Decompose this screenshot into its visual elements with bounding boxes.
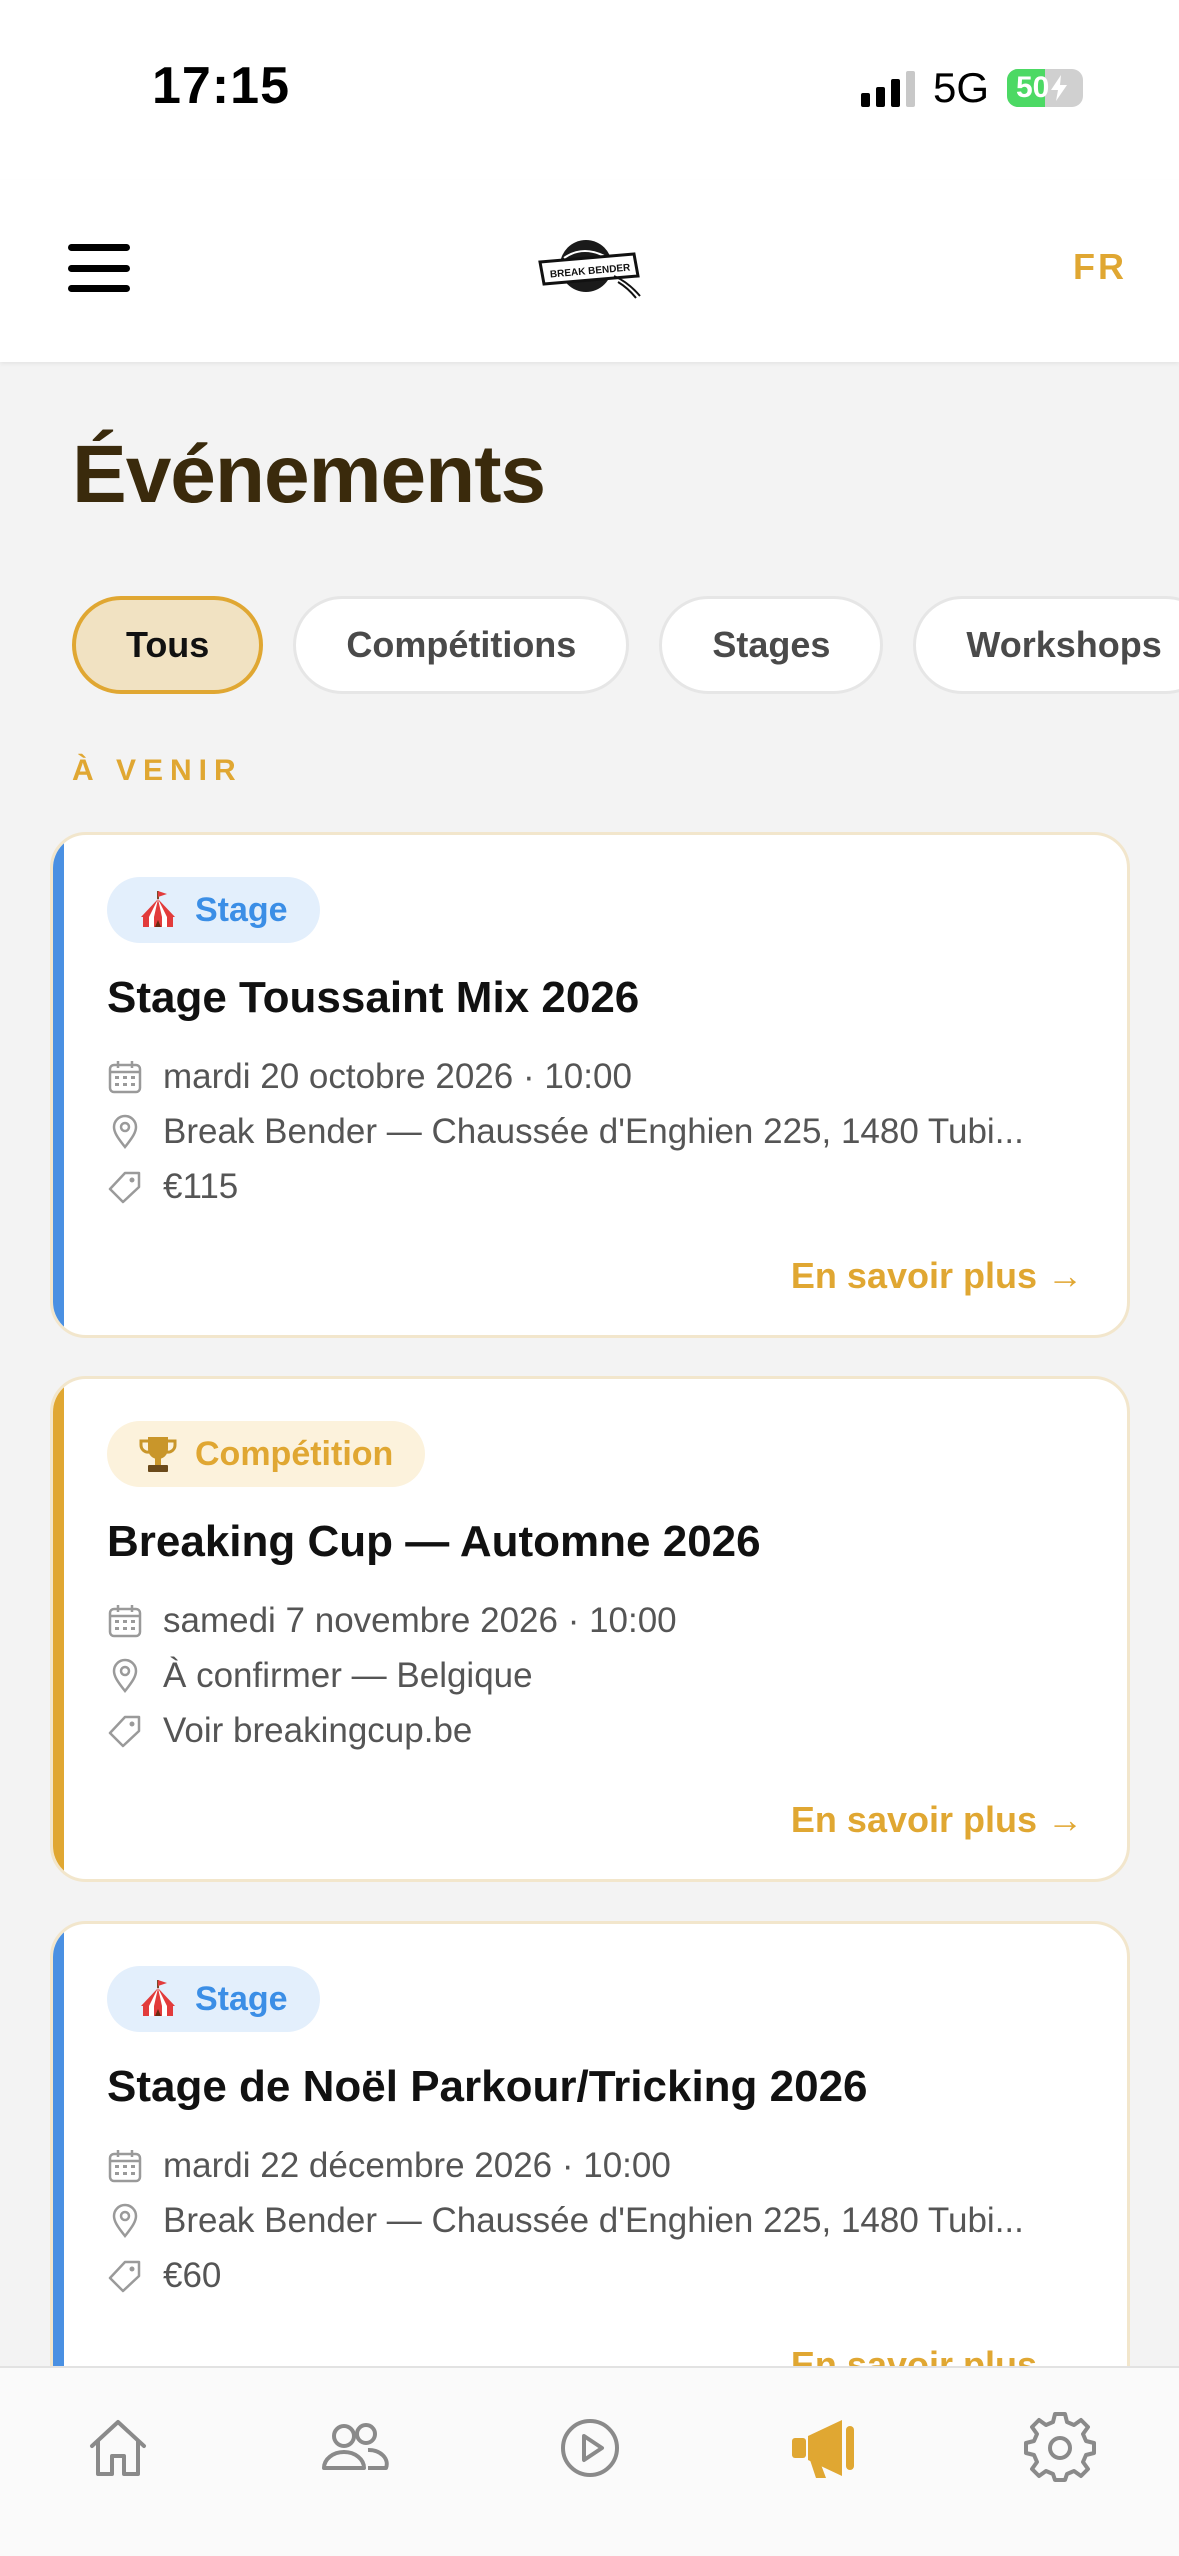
event-date-text: mardi 22 décembre 2026 · 10:00	[163, 2146, 671, 2185]
event-location-text: À confirmer — Belgique	[163, 1656, 533, 1695]
language-selector[interactable]: FR	[1073, 246, 1127, 288]
event-date: mardi 22 décembre 2026 · 10:00	[107, 2146, 1079, 2186]
event-type-label: Stage	[195, 890, 288, 929]
event-date: mardi 20 octobre 2026 · 10:00	[107, 1057, 1079, 1097]
location-pin-icon	[112, 1114, 138, 1150]
nav-videos[interactable]	[550, 2408, 630, 2488]
battery-icon: 50	[1007, 69, 1083, 107]
event-price: €60	[107, 2256, 1079, 2296]
nav-home[interactable]	[78, 2408, 158, 2488]
battery-level: 50	[1016, 71, 1050, 104]
event-date: samedi 7 novembre 2026 · 10:00	[107, 1601, 1079, 1641]
hamburger-menu-button[interactable]	[68, 244, 130, 292]
bottom-navigation	[0, 2366, 1179, 2556]
app-header: BREAK BENDER FR	[0, 180, 1179, 362]
circus-tent-icon	[141, 891, 175, 927]
gear-icon	[1024, 2412, 1096, 2482]
nav-members[interactable]	[314, 2408, 394, 2488]
event-type-badge: Stage	[107, 1966, 320, 2032]
learn-more-link[interactable]: En savoir plus →	[791, 1255, 1083, 1297]
users-icon	[322, 2423, 389, 2470]
filter-chip-all[interactable]: Tous	[72, 596, 264, 694]
calendar-icon	[108, 1061, 142, 1094]
play-icon	[561, 2419, 619, 2477]
section-label-upcoming: À VENIR	[72, 754, 243, 787]
event-type-badge: Compétition	[107, 1421, 426, 1487]
price-tag-icon	[108, 1171, 141, 1204]
break-bender-logo: BREAK BENDER	[538, 240, 641, 299]
status-indicators: 5G 50	[860, 64, 1083, 112]
trophy-icon	[139, 1437, 177, 1472]
event-date-text: samedi 7 novembre 2026 · 10:00	[163, 1601, 677, 1640]
price-tag-icon	[108, 2260, 141, 2293]
location-pin-icon	[112, 1658, 138, 1694]
event-price-text: €60	[163, 2256, 222, 2295]
event-type-label: Stage	[195, 1979, 288, 2018]
event-type-badge: Stage	[107, 877, 320, 943]
event-title: Breaking Cup — Automne 2026	[107, 1517, 761, 1566]
network-type: 5G	[932, 64, 989, 111]
event-price: €115	[107, 1167, 1079, 1207]
home-icon	[90, 2420, 146, 2476]
event-location: Break Bender — Chaussée d'Enghien 225, 1…	[107, 1112, 1079, 1152]
nav-events[interactable]	[784, 2408, 864, 2488]
megaphone-icon	[792, 2420, 854, 2478]
event-card[interactable]: Stage Stage Toussaint Mix 2026 mardi 20 …	[50, 832, 1130, 1338]
filter-chip-workshops[interactable]: Workshops	[913, 596, 1179, 694]
event-card[interactable]: Stage Stage de Noël Parkour/Tricking 202…	[50, 1921, 1130, 2427]
event-title: Stage Toussaint Mix 2026	[107, 973, 640, 1022]
signal-icon	[860, 69, 915, 107]
learn-more-link[interactable]: En savoir plus →	[791, 1799, 1083, 1841]
event-title: Stage de Noël Parkour/Tricking 2026	[107, 2062, 868, 2111]
charging-bolt-icon	[1051, 75, 1068, 101]
event-location: Break Bender — Chaussée d'Enghien 225, 1…	[107, 2201, 1079, 2241]
nav-settings[interactable]	[1020, 2408, 1100, 2488]
price-tag-icon	[108, 1715, 141, 1748]
event-price: Voir breakingcup.be	[107, 1711, 1079, 1751]
calendar-icon	[108, 1605, 142, 1638]
event-location-text: Break Bender — Chaussée d'Enghien 225, 1…	[163, 2201, 1024, 2240]
filter-chip-stages[interactable]: Stages	[659, 596, 884, 694]
calendar-icon	[108, 2150, 142, 2183]
event-price-text: €115	[163, 1167, 239, 1206]
event-location: À confirmer — Belgique	[107, 1656, 1079, 1696]
event-date-text: mardi 20 octobre 2026 · 10:00	[163, 1057, 632, 1096]
event-card[interactable]: Compétition Breaking Cup — Automne 2026 …	[50, 1376, 1130, 1882]
filter-chip-competitions[interactable]: Compétitions	[293, 596, 630, 694]
location-pin-icon	[112, 2203, 138, 2239]
event-location-text: Break Bender — Chaussée d'Enghien 225, 1…	[163, 1112, 1024, 1151]
event-price-text: Voir breakingcup.be	[163, 1711, 473, 1750]
filter-chips: Tous Compétitions Stages Workshops	[72, 596, 1179, 694]
circus-tent-icon	[141, 1980, 175, 2016]
status-bar: 17:15 5G 50	[0, 0, 1179, 180]
event-type-label: Compétition	[195, 1434, 394, 1473]
status-time: 17:15	[152, 57, 290, 115]
page-title: Événements	[72, 429, 546, 520]
